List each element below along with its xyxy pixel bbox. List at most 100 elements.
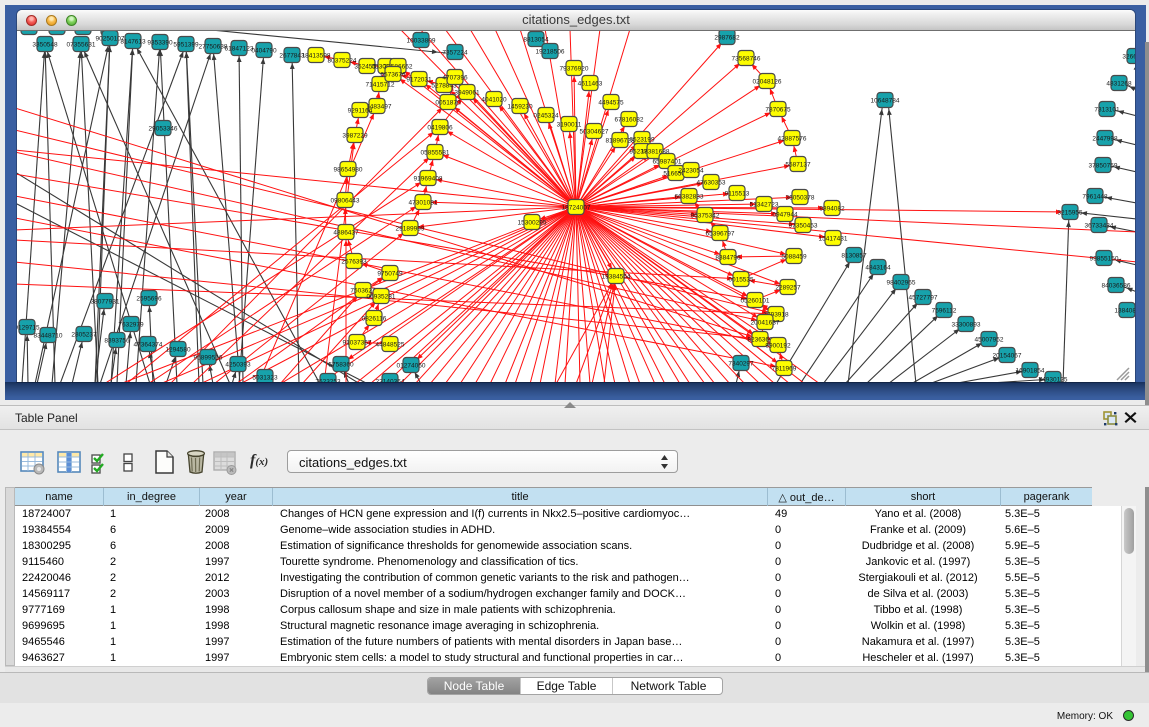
svg-text:23140364: 23140364 — [376, 378, 405, 382]
svg-text:33300893: 33300893 — [952, 321, 981, 328]
svg-text:29189999: 29189999 — [396, 225, 425, 232]
svg-text:3350548: 3350548 — [32, 41, 58, 48]
svg-text:44848525: 44848525 — [376, 341, 405, 348]
svg-text:47630353: 47630353 — [697, 179, 726, 186]
svg-text:8147613: 8147613 — [120, 38, 146, 45]
svg-text:3215955: 3215955 — [1057, 209, 1083, 216]
svg-text:06935281: 06935281 — [367, 293, 396, 300]
svg-text:10648784: 10648784 — [871, 97, 900, 104]
svg-text:0947944: 0947944 — [772, 211, 798, 218]
svg-text:84036586: 84036586 — [1102, 282, 1131, 289]
svg-text:9172031: 9172031 — [406, 76, 432, 83]
svg-text:16033809: 16033809 — [407, 37, 436, 44]
svg-text:8384796: 8384796 — [715, 254, 741, 261]
svg-text:91969408: 91969408 — [414, 175, 443, 182]
svg-text:4041020: 4041020 — [481, 96, 507, 103]
svg-text:7870675: 7870675 — [765, 106, 791, 113]
svg-text:98402965: 98402965 — [887, 279, 916, 286]
svg-text:36733434: 36733434 — [1085, 222, 1114, 229]
svg-text:91037367: 91037367 — [343, 339, 372, 346]
svg-text:02048126: 02048126 — [753, 78, 782, 85]
svg-text:9129715: 9129715 — [17, 324, 40, 331]
svg-text:05855581: 05855581 — [421, 149, 450, 156]
svg-text:0015535: 0015535 — [728, 276, 754, 283]
svg-text:1384087: 1384087 — [1114, 307, 1135, 314]
svg-text:2447998: 2447998 — [1092, 135, 1118, 142]
svg-text:8393756: 8393756 — [104, 337, 130, 344]
svg-text:97350453: 97350453 — [789, 222, 818, 229]
svg-text:96899516: 96899516 — [194, 354, 223, 361]
svg-text:3987229: 3987229 — [342, 132, 368, 139]
svg-text:51342723: 51342723 — [750, 201, 779, 208]
svg-text:6573676: 6573676 — [380, 71, 406, 78]
svg-text:98654980: 98654980 — [334, 166, 363, 173]
svg-text:36050378: 36050378 — [786, 194, 815, 201]
svg-text:9900192: 9900192 — [765, 342, 791, 349]
svg-text:5088459: 5088459 — [781, 253, 807, 260]
svg-text:4707396: 4707396 — [442, 74, 468, 81]
svg-text:2805237: 2805237 — [71, 331, 97, 338]
svg-text:4494575: 4494575 — [598, 99, 624, 106]
svg-text:7523253: 7523253 — [315, 378, 341, 382]
svg-text:3266146: 3266146 — [1122, 53, 1135, 60]
svg-text:15417431: 15417431 — [819, 235, 848, 242]
svg-text:7596112: 7596112 — [932, 307, 957, 314]
svg-text:73568746: 73568746 — [732, 55, 761, 62]
svg-text:09806443: 09806443 — [331, 197, 360, 204]
svg-text:4611463: 4611463 — [578, 80, 603, 87]
svg-text:7340297: 7340297 — [728, 360, 754, 367]
svg-text:4886437: 4886437 — [333, 229, 359, 236]
svg-text:6523199: 6523199 — [629, 136, 655, 143]
svg-text:7313101: 7313101 — [1094, 106, 1120, 113]
svg-text:45727797: 45727797 — [909, 294, 938, 301]
svg-text:2595696: 2595696 — [136, 295, 162, 302]
svg-text:80375224: 80375224 — [328, 57, 357, 64]
svg-text:65396797: 65396797 — [706, 230, 735, 237]
svg-text:9394082: 9394082 — [819, 205, 845, 212]
svg-text:99855150: 99855150 — [1090, 255, 1119, 262]
svg-text:9750749: 9750749 — [377, 270, 403, 277]
svg-text:3949061: 3949061 — [454, 89, 480, 96]
svg-text:42887576: 42887576 — [778, 135, 807, 142]
svg-text:96375342: 96375342 — [691, 212, 720, 219]
svg-text:1459230: 1459230 — [507, 103, 533, 110]
svg-text:0404790: 0404790 — [251, 47, 277, 54]
svg-text:9291164: 9291164 — [348, 107, 373, 114]
svg-text:19384554: 19384554 — [602, 273, 631, 280]
svg-text:67816082: 67816082 — [615, 116, 644, 123]
svg-text:18724007: 18724007 — [562, 204, 591, 211]
svg-text:9353390: 9353390 — [147, 39, 173, 46]
svg-text:19218506: 19218506 — [536, 48, 565, 55]
svg-text:8130857: 8130857 — [841, 252, 867, 259]
svg-text:05260101: 05260101 — [741, 297, 770, 304]
svg-text:27750638: 27750638 — [199, 43, 228, 50]
svg-text:50304627: 50304627 — [580, 128, 609, 135]
svg-text:2987682: 2987682 — [714, 34, 740, 41]
svg-text:65987401: 65987401 — [653, 158, 682, 165]
svg-text:18413598: 18413598 — [302, 52, 331, 59]
svg-text:0826116: 0826116 — [362, 315, 387, 322]
svg-text:0245324: 0245324 — [533, 112, 559, 119]
svg-text:74930125: 74930125 — [1039, 376, 1068, 382]
svg-text:47301081: 47301081 — [409, 199, 438, 206]
svg-text:61847123: 61847123 — [225, 45, 254, 52]
svg-text:15300295: 15300295 — [518, 219, 547, 226]
svg-text:83448710: 83448710 — [34, 332, 63, 339]
svg-text:4250393: 4250393 — [225, 361, 251, 368]
svg-text:5951399: 5951399 — [173, 41, 199, 48]
svg-text:7811969: 7811969 — [772, 365, 797, 372]
svg-text:20041637: 20041637 — [751, 319, 780, 326]
svg-text:5758360: 5758360 — [328, 361, 354, 368]
svg-text:4831268: 4831268 — [1106, 80, 1132, 87]
svg-text:7632979: 7632979 — [118, 321, 144, 328]
svg-text:16901854: 16901854 — [1016, 367, 1045, 374]
svg-text:71415712: 71415712 — [366, 81, 395, 88]
svg-text:7357224: 7357224 — [442, 49, 468, 56]
svg-text:20154067: 20154067 — [993, 352, 1022, 359]
svg-text:5031323: 5031323 — [252, 374, 278, 381]
svg-text:47364374: 47364374 — [134, 341, 163, 348]
svg-text:29053346: 29053346 — [149, 125, 178, 132]
svg-text:07355631: 07355631 — [67, 41, 96, 48]
svg-text:38077931: 38077931 — [91, 298, 120, 305]
svg-text:66382833: 66382833 — [675, 193, 704, 200]
